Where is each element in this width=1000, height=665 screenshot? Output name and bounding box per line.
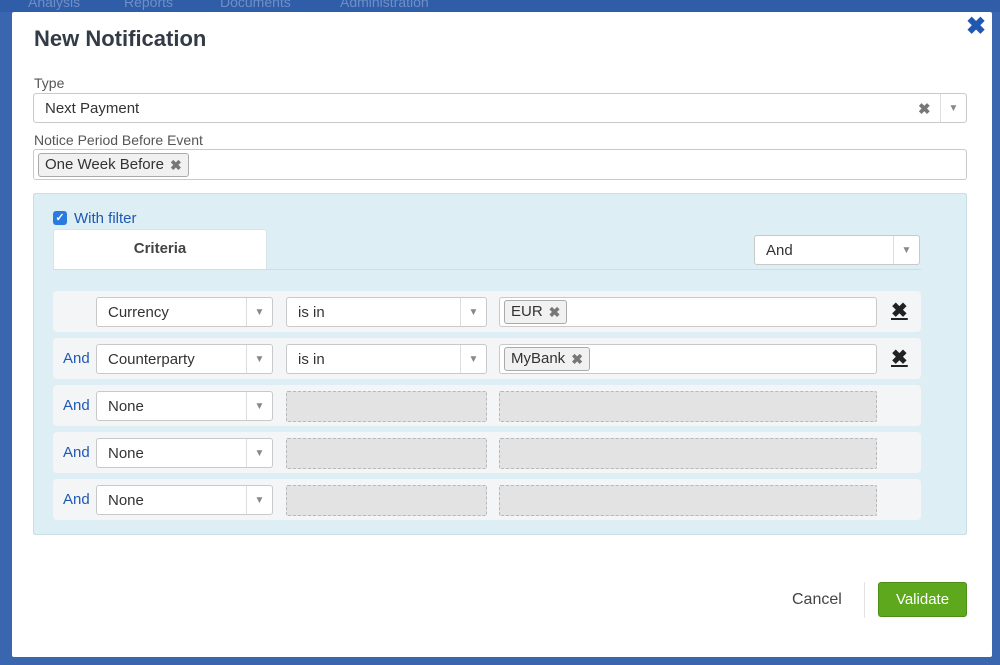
chevron-down-icon[interactable]: ▼ bbox=[940, 94, 966, 122]
notice-tag: One Week Before ✖ bbox=[38, 153, 189, 177]
remove-tag-icon[interactable]: ✖ bbox=[170, 154, 182, 176]
criteria-row: Currency ▼ is in ▼ EUR ✖ ✖ bbox=[53, 291, 921, 332]
chevron-down-icon[interactable]: ▼ bbox=[246, 345, 272, 373]
nav-documents: Documents bbox=[220, 0, 291, 10]
row-prefix: And bbox=[63, 397, 90, 414]
values-placeholder bbox=[499, 391, 877, 422]
tab-criteria[interactable]: Criteria bbox=[53, 229, 267, 269]
clear-icon[interactable]: ✖ bbox=[918, 100, 931, 118]
type-value: Next Payment bbox=[45, 100, 140, 117]
criteria-row: And None ▼ bbox=[53, 385, 921, 426]
background-nav: Analysis Reports Documents Administratio… bbox=[0, 0, 1000, 12]
value-tag-label: EUR bbox=[511, 303, 543, 320]
with-filter-checkbox[interactable]: ✓ bbox=[53, 211, 67, 225]
notice-tag-label: One Week Before bbox=[45, 156, 164, 173]
cancel-button[interactable]: Cancel bbox=[792, 591, 842, 609]
chevron-down-icon[interactable]: ▼ bbox=[246, 439, 272, 467]
operator-select[interactable]: is in ▼ bbox=[286, 344, 487, 374]
delete-row-icon[interactable]: ✖ bbox=[891, 301, 908, 321]
combinator-value: And bbox=[766, 242, 793, 259]
notice-period-input[interactable]: One Week Before ✖ bbox=[33, 149, 967, 180]
tab-divider bbox=[53, 269, 921, 270]
remove-tag-icon[interactable]: ✖ bbox=[571, 348, 583, 370]
validate-button[interactable]: Validate bbox=[878, 582, 967, 617]
filter-panel: ✓ With filter Criteria And ▼ Currency ▼ … bbox=[33, 193, 967, 535]
values-placeholder bbox=[499, 438, 877, 469]
field-value: None bbox=[108, 445, 144, 462]
dialog-title: New Notification bbox=[34, 26, 207, 51]
row-prefix: And bbox=[63, 444, 90, 461]
nav-administration: Administration bbox=[340, 0, 429, 10]
delete-row-icon[interactable]: ✖ bbox=[891, 348, 908, 368]
remove-tag-icon[interactable]: ✖ bbox=[549, 301, 561, 323]
values-input[interactable]: MyBank ✖ bbox=[499, 344, 877, 374]
chevron-down-icon[interactable]: ▼ bbox=[460, 345, 486, 373]
field-value: Counterparty bbox=[108, 351, 195, 368]
value-tag: MyBank ✖ bbox=[504, 347, 590, 371]
nav-analysis: Analysis bbox=[28, 0, 81, 10]
footer-divider bbox=[864, 582, 865, 618]
operator-value: is in bbox=[298, 351, 325, 368]
field-select[interactable]: Counterparty ▼ bbox=[96, 344, 273, 374]
operator-placeholder bbox=[286, 391, 487, 422]
field-select[interactable]: None ▼ bbox=[96, 485, 273, 515]
field-value: None bbox=[108, 398, 144, 415]
values-input[interactable]: EUR ✖ bbox=[499, 297, 877, 327]
type-label: Type bbox=[34, 75, 65, 91]
operator-placeholder bbox=[286, 485, 487, 516]
combinator-select[interactable]: And ▼ bbox=[754, 235, 920, 265]
operator-value: is in bbox=[298, 304, 325, 321]
notice-period-label: Notice Period Before Event bbox=[34, 132, 203, 148]
chevron-down-icon[interactable]: ▼ bbox=[246, 392, 272, 420]
chevron-down-icon[interactable]: ▼ bbox=[460, 298, 486, 326]
criteria-row: And Counterparty ▼ is in ▼ MyBank ✖ ✖ bbox=[53, 338, 921, 379]
operator-placeholder bbox=[286, 438, 487, 469]
row-prefix: And bbox=[63, 491, 90, 508]
close-icon[interactable]: ✖ bbox=[964, 15, 988, 39]
value-tag: EUR ✖ bbox=[504, 300, 568, 324]
new-notification-dialog: ✖ New Notification Type Next Payment ✖ ▼… bbox=[12, 12, 992, 657]
type-select[interactable]: Next Payment ✖ ▼ bbox=[33, 93, 967, 123]
field-select[interactable]: None ▼ bbox=[96, 438, 273, 468]
value-tag-label: MyBank bbox=[511, 350, 566, 367]
values-placeholder bbox=[499, 485, 877, 516]
field-value: Currency bbox=[108, 304, 169, 321]
chevron-down-icon[interactable]: ▼ bbox=[246, 298, 272, 326]
nav-reports: Reports bbox=[124, 0, 174, 10]
criteria-row: And None ▼ bbox=[53, 479, 921, 520]
row-prefix: And bbox=[63, 350, 90, 367]
criteria-row: And None ▼ bbox=[53, 432, 921, 473]
field-select[interactable]: None ▼ bbox=[96, 391, 273, 421]
operator-select[interactable]: is in ▼ bbox=[286, 297, 487, 327]
chevron-down-icon[interactable]: ▼ bbox=[893, 236, 919, 264]
chevron-down-icon[interactable]: ▼ bbox=[246, 486, 272, 514]
field-select[interactable]: Currency ▼ bbox=[96, 297, 273, 327]
with-filter-label[interactable]: With filter bbox=[74, 210, 137, 227]
field-value: None bbox=[108, 492, 144, 509]
